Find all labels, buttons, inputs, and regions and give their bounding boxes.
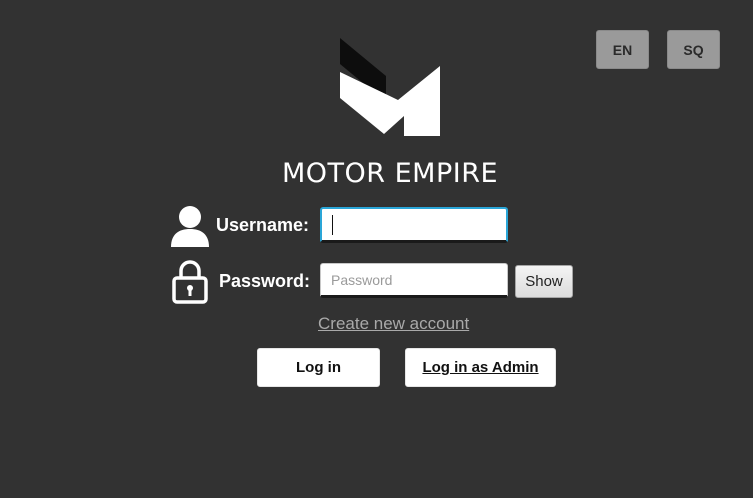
create-account-link[interactable]: Create new account bbox=[318, 314, 478, 334]
login-window: EN SQ MOTOR EMPIRE Username: Password: P… bbox=[0, 0, 753, 498]
admin-login-button[interactable]: Log in as Admin bbox=[405, 348, 556, 387]
language-sq-button[interactable]: SQ bbox=[667, 30, 720, 69]
username-input[interactable] bbox=[320, 207, 508, 243]
password-label: Password: bbox=[219, 271, 311, 291]
language-en-button[interactable]: EN bbox=[596, 30, 649, 69]
motor-empire-logo-icon bbox=[340, 38, 440, 136]
username-label: Username: bbox=[216, 215, 310, 235]
brand-title: MOTOR EMPIRE bbox=[281, 158, 499, 189]
show-password-button[interactable]: Show bbox=[515, 265, 573, 298]
password-input[interactable]: Password bbox=[320, 263, 508, 298]
login-button[interactable]: Log in bbox=[257, 348, 380, 387]
user-icon bbox=[171, 206, 209, 247]
password-placeholder: Password bbox=[331, 272, 393, 288]
text-caret bbox=[332, 215, 333, 235]
lock-icon bbox=[172, 260, 208, 304]
